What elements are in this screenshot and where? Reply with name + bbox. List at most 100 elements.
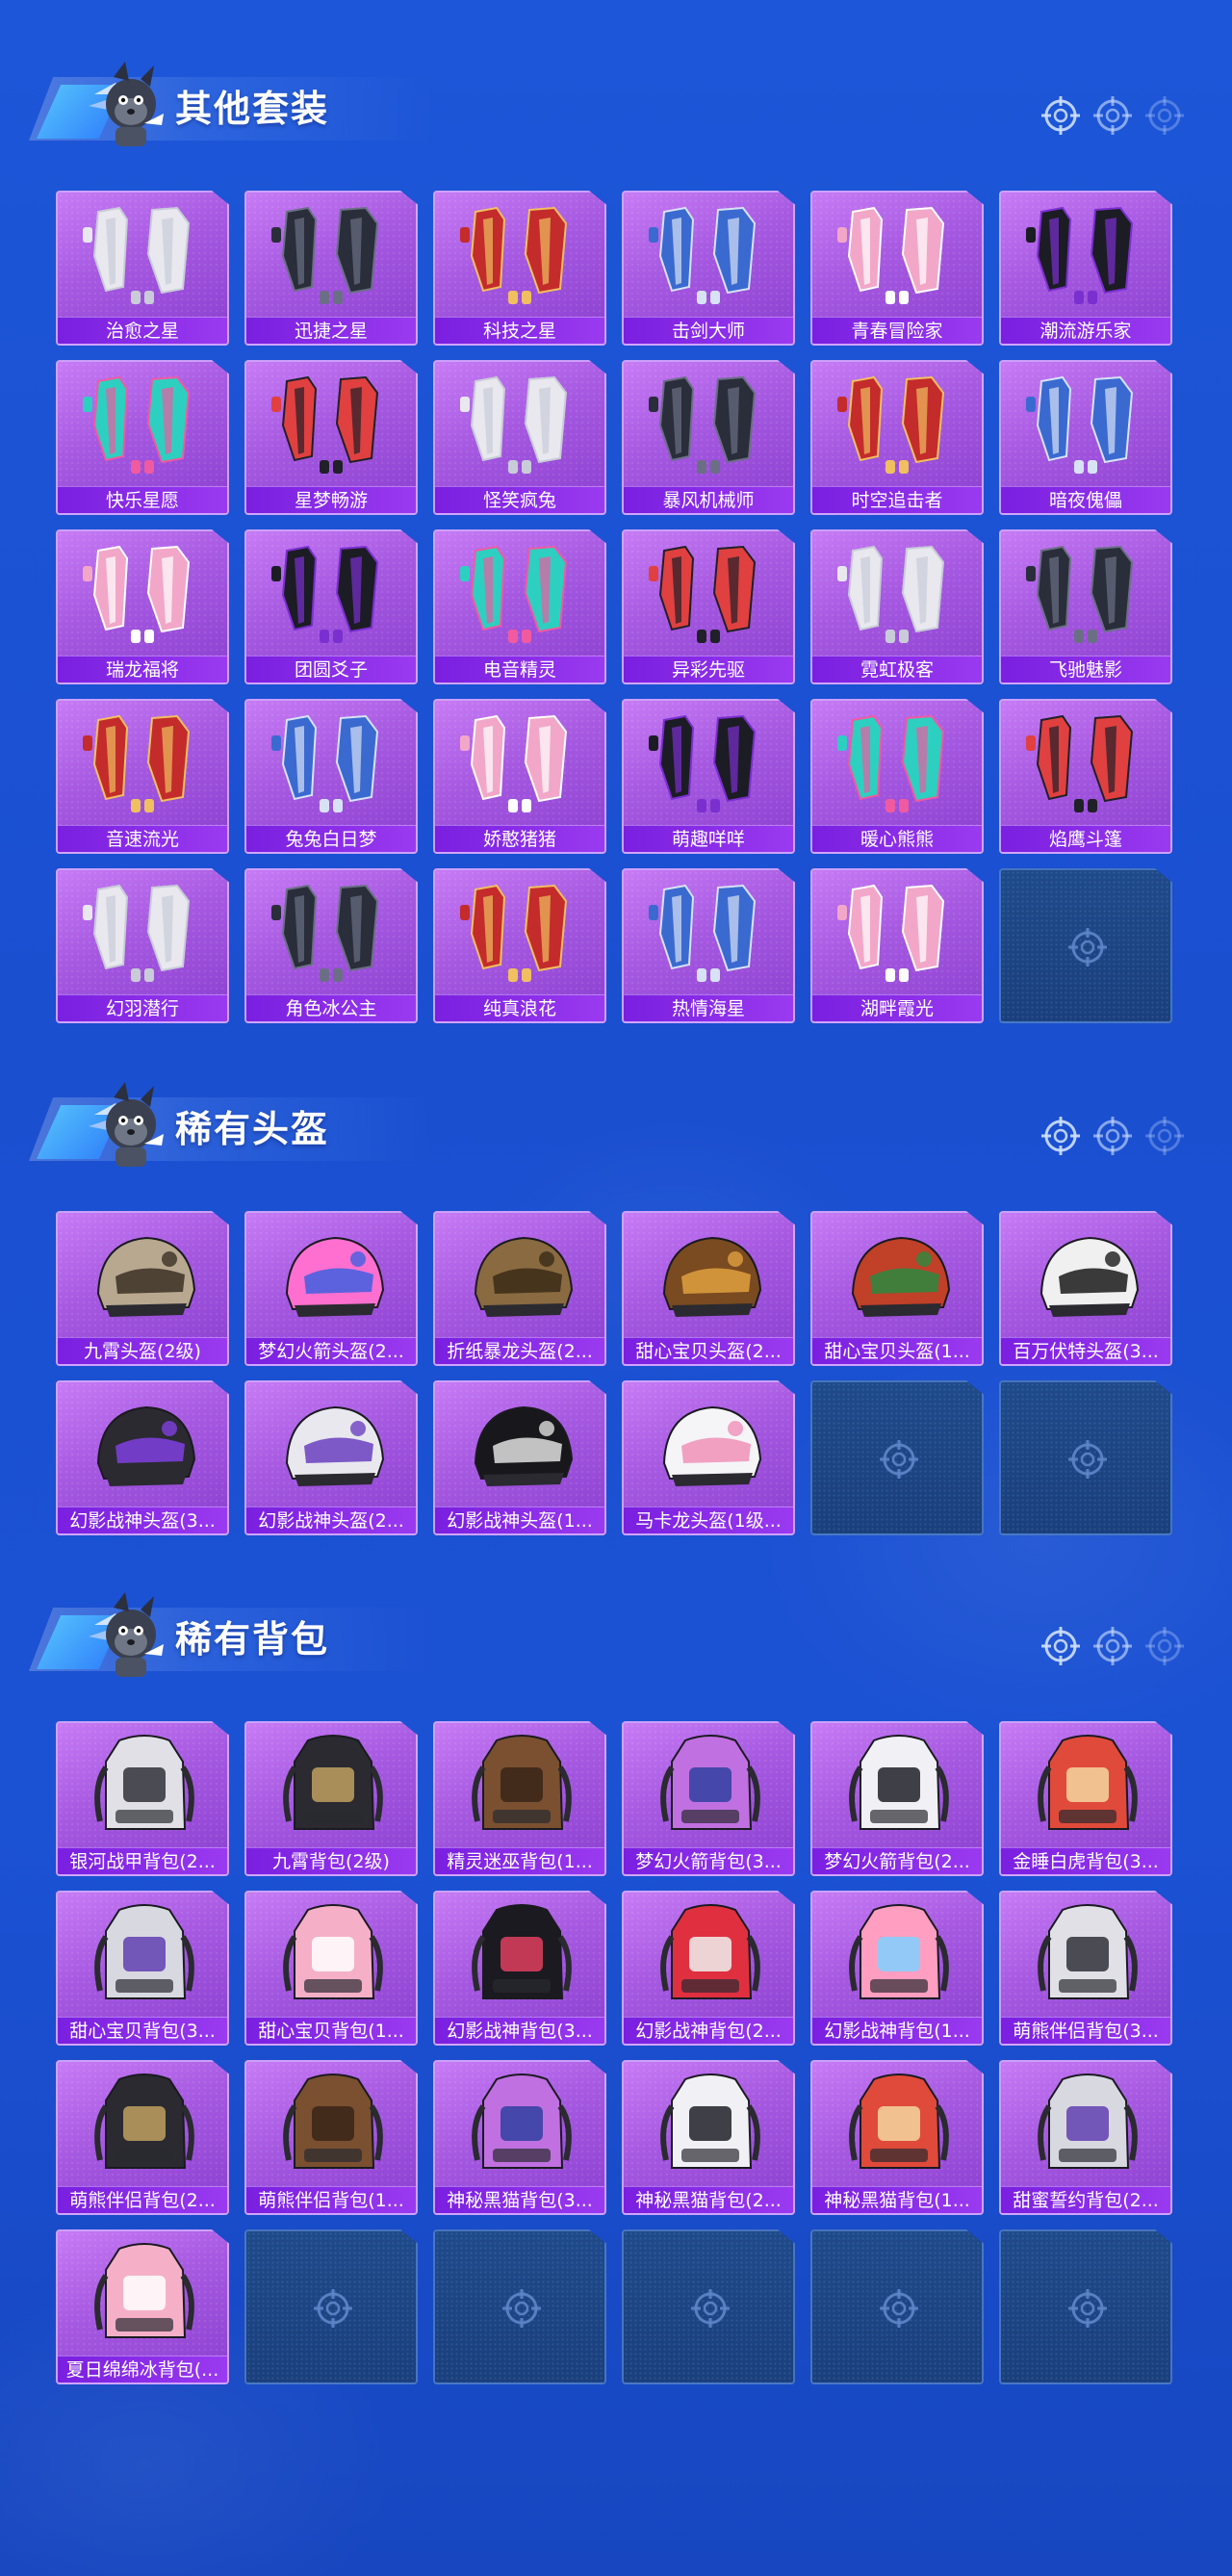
outfit-item-card[interactable]: 热情海星 (622, 868, 795, 1023)
backpack-item-card[interactable]: 夏日绵绵冰背包(... (56, 2229, 229, 2384)
helmet-image (266, 1219, 400, 1332)
empty-slot (999, 868, 1172, 1023)
backpack-image (454, 2068, 589, 2181)
backpack-item-card[interactable]: 神秘黑猫背包(3... (433, 2060, 606, 2215)
helmet-item-card[interactable]: 梦幻火箭头盔(2... (244, 1211, 418, 1366)
outfit-item-card[interactable]: 迅捷之星 (244, 191, 418, 346)
helmet-item-card[interactable]: 幻影战神头盔(2... (244, 1380, 418, 1535)
backpack-item-card[interactable]: 神秘黑猫背包(2... (622, 2060, 795, 2215)
outfit-image (77, 707, 212, 820)
helmet-item-card[interactable]: 九霄头盔(2级) (56, 1211, 229, 1366)
item-name: 甜心宝贝头盔(2... (624, 1337, 793, 1364)
helmet-image (77, 1388, 212, 1502)
item-name: 萌熊伴侣背包(1... (246, 2186, 416, 2213)
outfit-image (643, 707, 778, 820)
outfit-image (266, 368, 400, 481)
outfit-item-card[interactable]: 萌趣咩咩 (622, 699, 795, 854)
backpack-item-card[interactable]: 萌熊伴侣背包(2... (56, 2060, 229, 2215)
item-name: 神秘黑猫背包(1... (812, 2186, 982, 2213)
helmet-item-card[interactable]: 折纸暴龙头盔(2... (433, 1211, 606, 1366)
outfit-item-card[interactable]: 音速流光 (56, 699, 229, 854)
helmet-item-card[interactable]: 幻影战神头盔(1... (433, 1380, 606, 1535)
item-name: 梦幻火箭头盔(2... (246, 1337, 416, 1364)
outfit-image (1020, 198, 1155, 312)
outfit-item-card[interactable]: 击剑大师 (622, 191, 795, 346)
backpack-item-card[interactable]: 梦幻火箭背包(3... (622, 1721, 795, 1876)
outfit-item-card[interactable]: 暖心熊熊 (810, 699, 984, 854)
outfit-item-card[interactable]: 治愈之星 (56, 191, 229, 346)
helmet-image (77, 1219, 212, 1332)
section-title: 稀有头盔 (175, 1108, 330, 1150)
section-header: 稀有背包 (29, 1579, 1184, 1685)
outfit-item-card[interactable]: 角色冰公主 (244, 868, 418, 1023)
outfit-image (1020, 537, 1155, 651)
helmet-item-card[interactable]: 甜心宝贝头盔(2... (622, 1211, 795, 1366)
backpack-item-card[interactable]: 萌熊伴侣背包(1... (244, 2060, 418, 2215)
crosshair-icon (878, 2287, 920, 2330)
helmet-item-card[interactable]: 幻影战神头盔(3... (56, 1380, 229, 1535)
outfit-item-card[interactable]: 纯真浪花 (433, 868, 606, 1023)
item-name: 快乐星愿 (58, 486, 227, 513)
outfit-item-card[interactable]: 怪笑疯兔 (433, 360, 606, 515)
backpack-item-card[interactable]: 甜心宝贝背包(1... (244, 1891, 418, 2046)
backpack-item-card[interactable]: 甜心宝贝背包(3... (56, 1891, 229, 2046)
outfit-item-card[interactable]: 湖畔霞光 (810, 868, 984, 1023)
outfit-item-card[interactable]: 幻羽潜行 (56, 868, 229, 1023)
backpack-item-card[interactable]: 梦幻火箭背包(2... (810, 1721, 984, 1876)
item-name: 瑞龙福将 (58, 656, 227, 683)
outfit-item-card[interactable]: 星梦畅游 (244, 360, 418, 515)
outfit-item-card[interactable]: 暴风机械师 (622, 360, 795, 515)
backpack-image (1020, 1898, 1155, 2012)
section-header: 稀有头盔 (29, 1069, 1184, 1174)
backpack-item-card[interactable]: 神秘黑猫背包(1... (810, 2060, 984, 2215)
outfit-item-card[interactable]: 团圆爻子 (244, 529, 418, 684)
crosshair-icon (689, 2287, 732, 2330)
backpack-item-card[interactable]: 金睡白虎背包(3... (999, 1721, 1172, 1876)
outfit-item-card[interactable]: 潮流游乐家 (999, 191, 1172, 346)
backpack-item-card[interactable]: 银河战甲背包(2... (56, 1721, 229, 1876)
item-name: 角色冰公主 (246, 994, 416, 1021)
outfit-image (266, 876, 400, 990)
item-name: 热情海星 (624, 994, 793, 1021)
backpack-item-card[interactable]: 幻影战神背包(2... (622, 1891, 795, 2046)
helmet-item-card[interactable]: 甜心宝贝头盔(1... (810, 1211, 984, 1366)
outfit-image (1020, 368, 1155, 481)
empty-slot (810, 1380, 984, 1535)
item-name: 电音精灵 (435, 656, 604, 683)
helmet-item-card[interactable]: 百万伏特头盔(3... (999, 1211, 1172, 1366)
outfit-item-card[interactable]: 快乐星愿 (56, 360, 229, 515)
backpack-item-card[interactable]: 精灵迷巫背包(1... (433, 1721, 606, 1876)
item-name: 梦幻火箭背包(3... (624, 1847, 793, 1874)
helmet-item-card[interactable]: 马卡龙头盔(1级... (622, 1380, 795, 1535)
outfit-item-card[interactable]: 飞驰魅影 (999, 529, 1172, 684)
backpack-item-card[interactable]: 幻影战神背包(1... (810, 1891, 984, 2046)
outfit-item-card[interactable]: 霓虹极客 (810, 529, 984, 684)
helmet-image (454, 1388, 589, 1502)
outfit-item-card[interactable]: 焰鹰斗篷 (999, 699, 1172, 854)
crosshair-icon (1040, 94, 1082, 137)
backpack-item-card[interactable]: 甜蜜誓约背包(2... (999, 2060, 1172, 2215)
outfit-item-card[interactable]: 异彩先驱 (622, 529, 795, 684)
outfit-image (77, 537, 212, 651)
backpack-item-card[interactable]: 萌熊伴侣背包(3... (999, 1891, 1172, 2046)
backpack-item-card[interactable]: 幻影战神背包(3... (433, 1891, 606, 2046)
backpack-image (77, 2237, 212, 2351)
outfit-image (266, 537, 400, 651)
header-crosshair-group (1040, 1625, 1184, 1667)
outfit-item-card[interactable]: 时空追击者 (810, 360, 984, 515)
outfit-item-card[interactable]: 青春冒险家 (810, 191, 984, 346)
backpack-image (77, 2068, 212, 2181)
crosshair-icon (1091, 1625, 1134, 1667)
outfit-item-card[interactable]: 暗夜傀儡 (999, 360, 1172, 515)
backpack-image (77, 1898, 212, 2012)
outfit-item-card[interactable]: 兔兔白日梦 (244, 699, 418, 854)
item-name: 马卡龙头盔(1级... (624, 1507, 793, 1533)
outfit-image (266, 198, 400, 312)
outfit-item-card[interactable]: 娇憨猪猪 (433, 699, 606, 854)
outfit-item-card[interactable]: 瑞龙福将 (56, 529, 229, 684)
item-name: 霓虹极客 (812, 656, 982, 683)
backpack-item-card[interactable]: 九霄背包(2级) (244, 1721, 418, 1876)
item-name: 神秘黑猫背包(3... (435, 2186, 604, 2213)
outfit-item-card[interactable]: 科技之星 (433, 191, 606, 346)
outfit-item-card[interactable]: 电音精灵 (433, 529, 606, 684)
